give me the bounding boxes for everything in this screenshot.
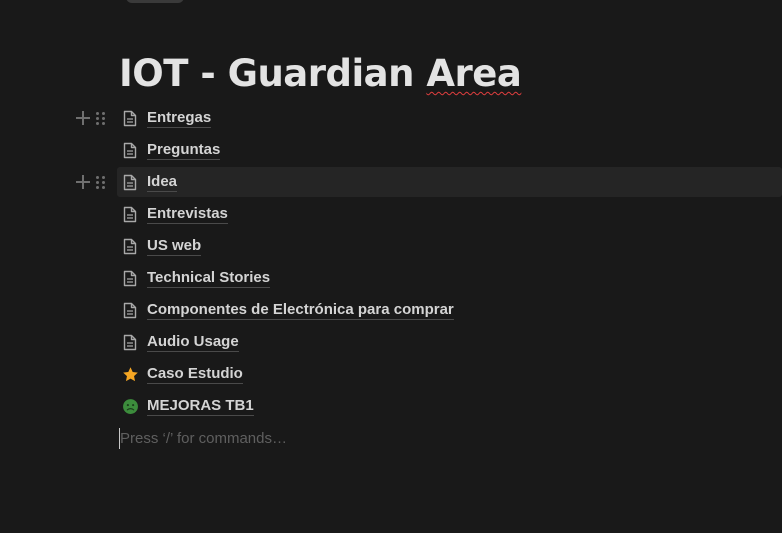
page-icon — [120, 300, 140, 320]
page-links-list: Entregas Preguntas Idea Entrevistas US w… — [0, 102, 782, 422]
page-link-preguntas[interactable]: Preguntas — [120, 134, 221, 166]
page-link-label: Entrevistas — [147, 205, 228, 224]
add-block-icon[interactable] — [76, 175, 90, 189]
list-item: Entregas — [0, 102, 782, 134]
page-link-label: Caso Estudio — [147, 365, 243, 384]
new-block-input[interactable]: Press ‘/’ for commands… — [119, 428, 287, 449]
page-link-audio-usage[interactable]: Audio Usage — [120, 326, 239, 358]
page-icon — [120, 268, 140, 288]
page-icon-stub[interactable] — [126, 0, 184, 3]
page-link-us-web[interactable]: US web — [120, 230, 202, 262]
page-icon — [120, 140, 140, 160]
page-title-text: IOT - Guardian — [119, 52, 427, 95]
list-item: US web — [0, 230, 782, 262]
page-link-label: US web — [147, 237, 202, 256]
page-link-entregas[interactable]: Entregas — [120, 102, 212, 134]
page-icon — [120, 332, 140, 352]
list-item: Technical Stories — [0, 262, 782, 294]
page-link-label: MEJORAS TB1 — [147, 397, 254, 416]
page-link-label: Entregas — [147, 109, 212, 128]
page-link-entrevistas[interactable]: Entrevistas — [120, 198, 228, 230]
page-title[interactable]: IOT - Guardian Area — [119, 48, 522, 100]
page-link-label: Idea — [147, 173, 178, 192]
star-icon — [120, 364, 140, 384]
page-icon — [120, 236, 140, 256]
hover-highlight — [117, 167, 782, 197]
add-block-icon[interactable] — [76, 111, 90, 125]
page-link-technical-stories[interactable]: Technical Stories — [120, 262, 271, 294]
list-item: Componentes de Electrónica para comprar — [0, 294, 782, 326]
sick-face-icon — [120, 396, 140, 416]
block-handles — [76, 102, 106, 134]
list-item: Idea — [0, 166, 782, 198]
page-link-label: Preguntas — [147, 141, 221, 160]
block-handles — [76, 166, 106, 198]
page-icon — [120, 108, 140, 128]
page-icon — [120, 172, 140, 192]
page-link-label: Audio Usage — [147, 333, 239, 352]
page-icon — [120, 204, 140, 224]
drag-handle-icon[interactable] — [96, 111, 106, 126]
page-link-label: Componentes de Electrónica para comprar — [147, 301, 454, 320]
page-link-mejoras-tb1[interactable]: MEJORAS TB1 — [120, 390, 254, 422]
list-item: Entrevistas — [0, 198, 782, 230]
list-item: Preguntas — [0, 134, 782, 166]
list-item: MEJORAS TB1 — [0, 390, 782, 422]
page-title-misspelled-word: Area — [426, 52, 522, 95]
page-link-componentes[interactable]: Componentes de Electrónica para comprar — [120, 294, 454, 326]
list-item: Audio Usage — [0, 326, 782, 358]
page-link-caso-estudio[interactable]: Caso Estudio — [120, 358, 243, 390]
drag-handle-icon[interactable] — [96, 175, 106, 190]
command-placeholder: Press ‘/’ for commands… — [120, 430, 287, 447]
page-link-idea[interactable]: Idea — [120, 166, 178, 198]
page-link-label: Technical Stories — [147, 269, 271, 288]
list-item: Caso Estudio — [0, 358, 782, 390]
